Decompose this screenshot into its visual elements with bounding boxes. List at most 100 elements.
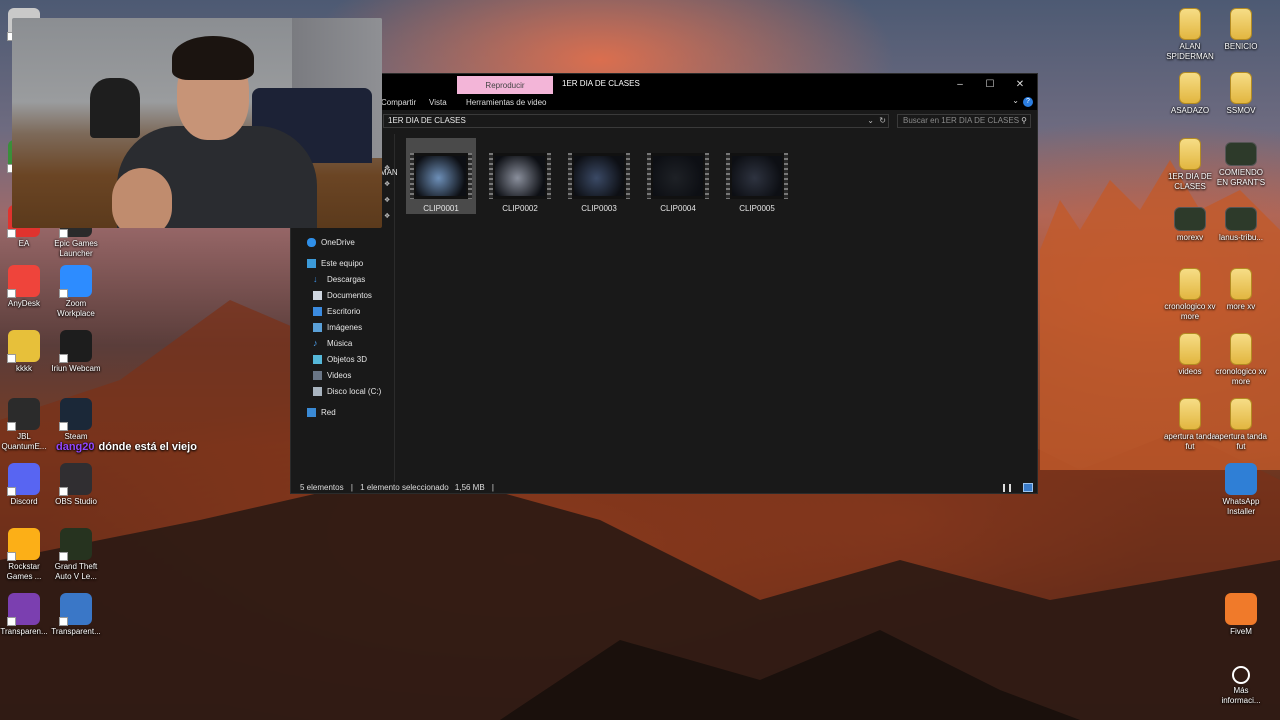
- chevron-down-icon[interactable]: ⌄: [867, 115, 874, 127]
- desktop-icon-label: apertura tanda fut: [1214, 432, 1268, 451]
- file-explorer-window[interactable]: Reproducir 1ER DIA DE CLASES – ☐ ✕ Compa…: [290, 73, 1038, 494]
- desktop-icon[interactable]: Grand Theft Auto V Le...: [48, 528, 104, 582]
- desktop-icon[interactable]: ASADAZO: [1162, 72, 1218, 116]
- desktop-icon[interactable]: Steam: [48, 398, 104, 442]
- net-icon: [307, 407, 316, 417]
- file-item[interactable]: CLIP0003: [564, 138, 634, 214]
- tab-video-tools[interactable]: Herramientas de video: [466, 98, 546, 107]
- desktop-icon-label: ALAN SPIDERMAN: [1166, 42, 1214, 61]
- desktop-icon[interactable]: lanus-tribu...: [1213, 203, 1269, 243]
- nav-item[interactable]: Documentos: [313, 288, 372, 302]
- desktop-icon[interactable]: morexv: [1162, 203, 1218, 243]
- desktop-icon-label: more xv: [1226, 302, 1256, 311]
- desktop-icon[interactable]: Discord: [0, 463, 52, 507]
- nav-item[interactable]: Escritorio: [313, 304, 360, 318]
- desktop-icon[interactable]: WhatsApp Installer: [1213, 463, 1269, 517]
- nav-item[interactable]: OneDrive: [307, 235, 355, 249]
- desktop-icon[interactable]: AnyDesk: [0, 265, 52, 309]
- desktop-icon[interactable]: OBS Studio: [48, 463, 104, 507]
- file-name: CLIP0003: [581, 204, 617, 213]
- maximize-button[interactable]: ☐: [975, 77, 1005, 91]
- pc-icon: [307, 258, 316, 268]
- desktop-icon[interactable]: BENICIO: [1213, 8, 1269, 52]
- minimize-button[interactable]: –: [945, 77, 975, 91]
- music-icon: ♪: [313, 337, 318, 348]
- desktop-icon-label: BENICIO: [1224, 42, 1258, 51]
- search-input[interactable]: Buscar en 1ER DIA DE CLASES ⚲: [897, 114, 1031, 128]
- tab-share[interactable]: Compartir: [381, 98, 416, 107]
- desktop-icon[interactable]: cronologico xv more: [1162, 268, 1218, 322]
- nav-item-label: Red: [321, 407, 336, 417]
- desktop-icon[interactable]: COMIENDO EN GRANT'S: [1213, 138, 1269, 188]
- nav-item[interactable]: ♪ Música: [313, 336, 352, 350]
- vid-icon: [313, 370, 322, 380]
- app-icon: [7, 593, 40, 626]
- desktop-icon[interactable]: FiveM: [1213, 593, 1269, 637]
- desktop-icon[interactable]: apertura tanda fut: [1162, 398, 1218, 452]
- doc-icon: [313, 290, 322, 300]
- desktop-icon-label: EA: [18, 239, 30, 248]
- desktop-icon[interactable]: Transparent...: [48, 593, 104, 637]
- desktop-icon[interactable]: 1ER DIA DE CLASES: [1162, 138, 1218, 192]
- desktop-icon[interactable]: Iriun Webcam: [48, 330, 104, 374]
- app-icon: [59, 330, 92, 363]
- desktop-icon[interactable]: ALAN SPIDERMAN: [1162, 8, 1218, 62]
- nav-item[interactable]: Este equipo: [307, 256, 363, 270]
- file-item[interactable]: CLIP0001: [406, 138, 476, 214]
- folder-icon: [1179, 333, 1201, 365]
- nav-item[interactable]: Imágenes: [313, 320, 362, 334]
- desktop-icon[interactable]: SSMOV: [1213, 72, 1269, 116]
- refresh-icon[interactable]: ↻: [879, 115, 886, 127]
- status-bar: 5 elementos | 1 elemento seleccionado 1,…: [291, 482, 1037, 494]
- file-item[interactable]: CLIP0002: [485, 138, 555, 214]
- app-icon: [59, 265, 92, 298]
- desktop-icon[interactable]: Rockstar Games ...: [0, 528, 52, 582]
- close-button[interactable]: ✕: [1005, 77, 1035, 91]
- tab-play[interactable]: Reproducir: [457, 76, 553, 94]
- title-bar[interactable]: Reproducir 1ER DIA DE CLASES – ☐ ✕: [291, 74, 1037, 94]
- file-list[interactable]: CLIP0001 CLIP0002 CLIP0003 CLIP0004 CLIP0005: [396, 134, 1036, 482]
- nav-item[interactable]: Videos: [313, 368, 351, 382]
- desktop-icon-label: Iriun Webcam: [51, 364, 101, 373]
- folder-icon: [1230, 268, 1252, 300]
- app-icon: [59, 463, 92, 496]
- desktop-icon-label: Grand Theft Auto V Le...: [54, 562, 98, 581]
- nav-item-label: Videos: [327, 370, 352, 380]
- app-icon: [7, 398, 40, 431]
- app-icon: [59, 398, 92, 431]
- file-item[interactable]: CLIP0005: [722, 138, 792, 214]
- file-name: CLIP0001: [423, 204, 459, 213]
- desktop-icon[interactable]: Más informaci...: [1213, 660, 1269, 706]
- file-item[interactable]: CLIP0004: [643, 138, 713, 214]
- large-icons-view-icon[interactable]: [1023, 483, 1033, 492]
- video-file-icon: [1174, 207, 1206, 231]
- down-icon: ↓: [313, 273, 318, 284]
- desktop-icon[interactable]: Transparen...: [0, 593, 52, 637]
- address-bar[interactable]: 1ER DIA DE CLASES ⌄ ↻: [383, 114, 889, 128]
- ribbon-bar: Compartir Vista Herramientas de video ⌄ …: [291, 94, 1037, 110]
- img-icon: [313, 322, 322, 332]
- obj-icon: [313, 354, 322, 364]
- address-path: 1ER DIA DE CLASES: [388, 116, 466, 125]
- desktop-icon[interactable]: Zoom Workplace: [48, 265, 104, 319]
- desktop-icon[interactable]: more xv: [1213, 268, 1269, 312]
- desktop-icon[interactable]: apertura tanda fut: [1213, 398, 1269, 452]
- tab-view[interactable]: Vista: [429, 98, 447, 107]
- nav-item-label: OneDrive: [321, 237, 355, 247]
- desktop-icon-label: cronologico xv more: [1164, 302, 1216, 321]
- chat-username: dang20: [56, 441, 95, 453]
- desktop-icon[interactable]: cronologico xv more: [1213, 333, 1269, 387]
- nav-item[interactable]: Objetos 3D: [313, 352, 367, 366]
- nav-item[interactable]: ↓ Descargas: [313, 272, 365, 286]
- desktop-icon-label: lanus-tribu...: [1218, 233, 1264, 242]
- chevron-down-icon[interactable]: ⌄: [1012, 96, 1019, 105]
- desktop-icon[interactable]: videos: [1162, 333, 1218, 377]
- help-icon[interactable]: ?: [1023, 97, 1033, 107]
- chair: [90, 78, 140, 138]
- desktop-icon[interactable]: kkkk: [0, 330, 52, 374]
- shortcut-arrow-icon: [7, 289, 16, 298]
- nav-item[interactable]: Red: [307, 405, 336, 419]
- details-view-icon[interactable]: [1003, 484, 1011, 492]
- nav-item[interactable]: Disco local (C:): [313, 384, 381, 398]
- desktop-icon[interactable]: JBL QuantumE...: [0, 398, 52, 452]
